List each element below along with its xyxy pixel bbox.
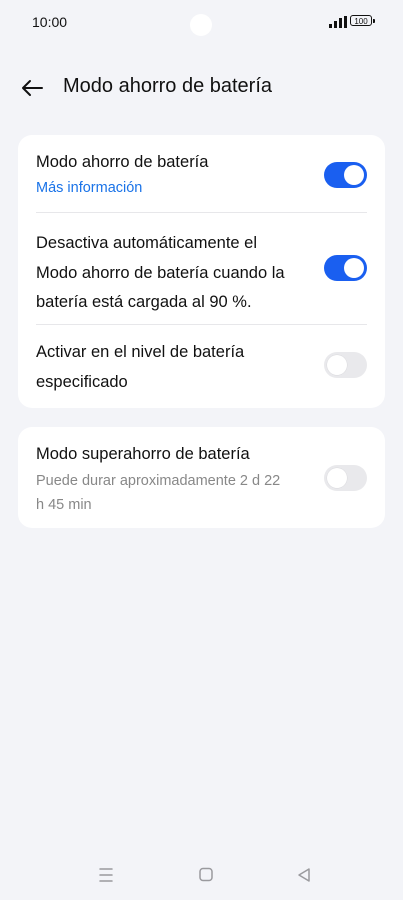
toggle-knob xyxy=(344,258,364,278)
auto-disable-line-1: Desactiva automáticamente el xyxy=(36,234,258,252)
toggle-knob xyxy=(327,355,347,375)
super-saver-toggle[interactable] xyxy=(324,465,367,491)
auto-disable-row[interactable]: Desactiva automáticamente el Modo ahorro… xyxy=(18,213,385,324)
status-time: 10:00 xyxy=(32,14,68,30)
camera-cutout xyxy=(190,14,212,36)
status-bar: 10:00 100 xyxy=(0,0,403,46)
auto-disable-line-3: batería está cargada al 90 %. xyxy=(36,293,252,311)
arrow-left-icon[interactable] xyxy=(18,74,46,102)
super-saver-card: Modo superahorro de batería Puede durar … xyxy=(18,427,385,528)
cellular-signal-icon xyxy=(329,16,347,28)
activate-at-level-toggle[interactable] xyxy=(324,352,367,378)
battery-icon: 100 xyxy=(350,15,375,26)
more-info-link[interactable]: Más información xyxy=(36,180,318,196)
auto-disable-line-2: Modo ahorro de batería cuando la xyxy=(36,263,285,282)
page-title: Modo ahorro de batería xyxy=(63,75,273,97)
battery-saver-row[interactable]: Modo ahorro de batería Más información xyxy=(18,135,385,212)
menu-icon[interactable] xyxy=(98,866,114,884)
system-navigation-bar xyxy=(0,860,403,890)
battery-level: 100 xyxy=(354,17,368,26)
auto-disable-text: Desactiva automáticamente el Modo ahorro… xyxy=(36,229,318,318)
toggle-knob xyxy=(327,468,347,488)
super-saver-subtitle-line-2: h 45 min xyxy=(36,497,92,513)
battery-saver-title: Modo ahorro de batería xyxy=(36,153,209,171)
activate-at-level-row[interactable]: Activar en el nivel de batería especific… xyxy=(18,325,385,408)
activate-at-level-line-1: Activar en el nivel de batería xyxy=(36,343,245,361)
battery-saver-toggle[interactable] xyxy=(324,162,367,188)
back-triangle-icon[interactable] xyxy=(296,866,312,884)
home-icon[interactable] xyxy=(198,866,214,884)
activate-at-level-text: Activar en el nivel de batería especific… xyxy=(36,338,318,397)
super-saver-row[interactable]: Modo superahorro de batería Puede durar … xyxy=(18,427,385,528)
battery-saver-settings-card: Modo ahorro de batería Más información D… xyxy=(18,135,385,408)
app-header: Modo ahorro de batería xyxy=(0,66,403,110)
super-saver-subtitle: Puede durar aproximadamente 2 d 22 h 45 … xyxy=(36,469,318,517)
activate-at-level-line-2: especificado xyxy=(36,372,128,391)
super-saver-title: Modo superahorro de batería xyxy=(36,445,250,463)
super-saver-subtitle-line-1: Puede durar aproximadamente 2 d 22 xyxy=(36,473,281,489)
auto-disable-toggle[interactable] xyxy=(324,255,367,281)
toggle-knob xyxy=(344,165,364,185)
